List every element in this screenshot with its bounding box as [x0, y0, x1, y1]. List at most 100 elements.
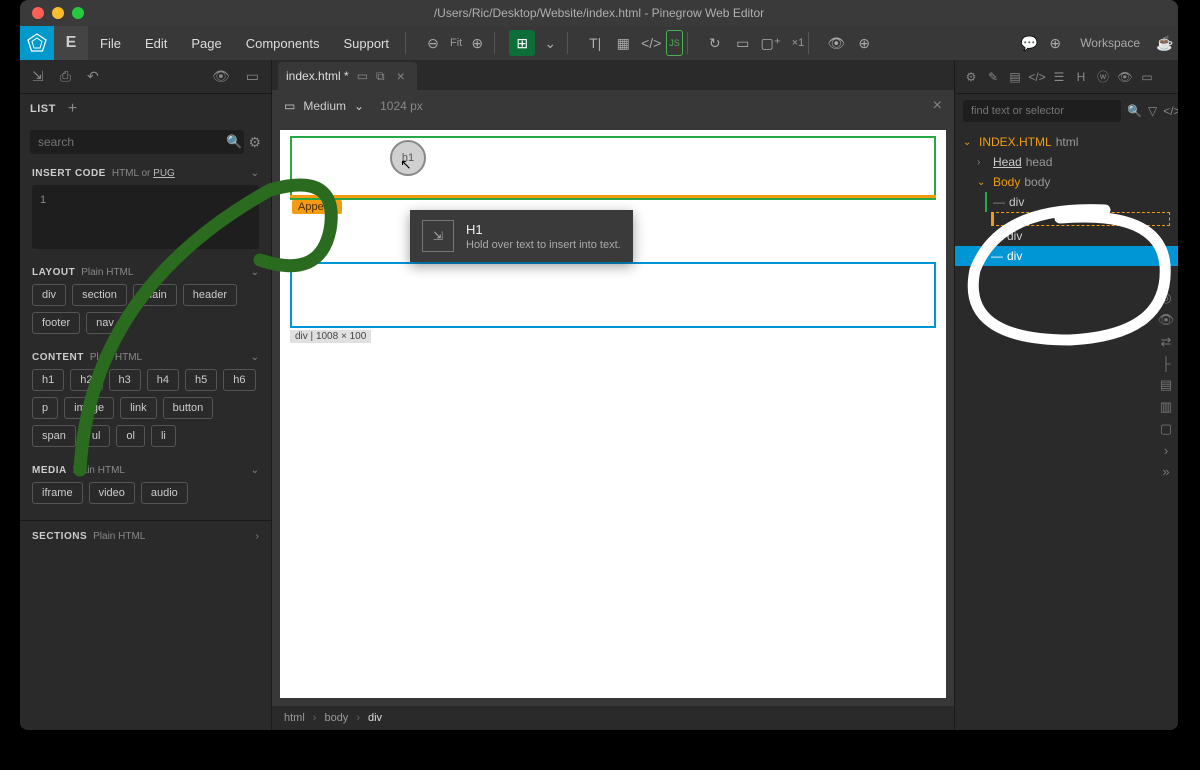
- multiplier-label[interactable]: ×1: [792, 37, 805, 49]
- chip-div[interactable]: div: [32, 284, 66, 306]
- filter-settings-icon[interactable]: ⚙: [248, 134, 261, 151]
- search-input[interactable]: [30, 130, 244, 154]
- trash-icon[interactable]: 🗑: [1155, 249, 1170, 263]
- search-toolbar-button[interactable]: ⊕: [1042, 30, 1068, 56]
- code-view-icon[interactable]: </>: [1163, 101, 1178, 121]
- text-tool-button[interactable]: T|: [582, 30, 608, 56]
- code-icon[interactable]: </>: [1027, 67, 1047, 87]
- h-icon[interactable]: H: [1071, 67, 1091, 87]
- section-insert-code[interactable]: INSERT CODE HTML or PUG ⌄: [20, 160, 271, 185]
- duplicate-icon[interactable]: ⧉: [376, 69, 385, 84]
- chip-main[interactable]: main: [133, 284, 177, 306]
- tree-div-1[interactable]: — div: [985, 192, 1178, 212]
- chip-nav[interactable]: nav: [86, 312, 124, 334]
- menu-support[interactable]: Support: [331, 36, 401, 51]
- zoom-out-button[interactable]: ⊖: [420, 30, 446, 56]
- globe-button[interactable]: ⊕: [851, 30, 877, 56]
- breadcrumb-html[interactable]: html: [284, 712, 305, 724]
- menu-page[interactable]: Page: [179, 36, 233, 51]
- tree-icon[interactable]: ☰: [1049, 67, 1069, 87]
- chip-p[interactable]: p: [32, 397, 58, 419]
- canvas-div-2[interactable]: [290, 262, 936, 328]
- layout-icon[interactable]: ▤: [1156, 377, 1176, 393]
- device-icon[interactable]: ▭: [357, 69, 368, 83]
- chip-footer[interactable]: footer: [32, 312, 80, 334]
- sliders-icon[interactable]: ⚙: [961, 67, 981, 87]
- print-icon[interactable]: ⎙: [56, 64, 75, 89]
- wordpress-icon[interactable]: ⓦ: [1093, 67, 1113, 87]
- chip-section[interactable]: section: [72, 284, 127, 306]
- chip-h2[interactable]: h2: [70, 369, 102, 391]
- undo-icon[interactable]: ↶: [83, 64, 103, 89]
- chip-image[interactable]: image: [64, 397, 114, 419]
- chip-iframe[interactable]: iframe: [32, 482, 83, 504]
- viewport-device-icon[interactable]: ▭: [284, 99, 295, 113]
- move-icon[interactable]: ⇄: [1156, 334, 1176, 350]
- file-tab-index[interactable]: index.html * ▭ ⧉ ×: [278, 62, 417, 90]
- chip-span[interactable]: span: [32, 425, 76, 447]
- breadcrumb-body[interactable]: body: [324, 712, 348, 724]
- menu-file[interactable]: File: [88, 36, 133, 51]
- target-icon[interactable]: ◎: [1156, 290, 1176, 306]
- device-preview-button[interactable]: ▭: [730, 30, 756, 56]
- add-tab-button[interactable]: +: [68, 100, 77, 118]
- mode-e-button[interactable]: E: [54, 26, 88, 60]
- chip-h1[interactable]: h1: [32, 369, 64, 391]
- chip-button[interactable]: button: [163, 397, 214, 419]
- pug-link[interactable]: PUG: [153, 168, 175, 179]
- tree-div-2[interactable]: — div: [955, 226, 1178, 246]
- viewport-size-select[interactable]: Medium: [303, 99, 346, 113]
- section-sections[interactable]: SECTIONS Plain HTML ›: [20, 520, 271, 548]
- tab-list[interactable]: LIST: [30, 103, 56, 115]
- refresh-button[interactable]: ↻: [702, 30, 728, 56]
- tree-search-input[interactable]: [963, 100, 1121, 122]
- close-viewport-button[interactable]: ×: [933, 97, 942, 115]
- brush-icon[interactable]: ✎: [983, 67, 1003, 87]
- expand-icon[interactable]: »: [1156, 464, 1176, 479]
- breadcrumb-div[interactable]: div: [368, 712, 382, 724]
- app-logo-icon[interactable]: [20, 26, 54, 60]
- eye-icon[interactable]: 👁: [208, 64, 234, 89]
- section-layout[interactable]: LAYOUT Plain HTML ⌄: [20, 259, 271, 284]
- zoom-fit-label[interactable]: Fit: [450, 37, 462, 49]
- chip-h4[interactable]: h4: [147, 369, 179, 391]
- chip-link[interactable]: link: [120, 397, 157, 419]
- zoom-in-button[interactable]: ⊕: [464, 30, 490, 56]
- coffee-icon[interactable]: ☕: [1152, 30, 1178, 56]
- workspace-menu[interactable]: Workspace: [1068, 36, 1152, 50]
- chat-icon[interactable]: 💬: [1016, 30, 1042, 56]
- eye-icon[interactable]: 👁: [1115, 67, 1135, 87]
- chip-ol[interactable]: ol: [116, 425, 145, 447]
- close-window-button[interactable]: [32, 7, 44, 19]
- section-content[interactable]: CONTENT Plain HTML ⌄: [20, 344, 271, 369]
- tree-body[interactable]: ⌄ Body body: [955, 172, 1178, 192]
- grid-icon[interactable]: ▤: [1005, 67, 1025, 87]
- close-tab-button[interactable]: ×: [393, 68, 409, 84]
- js-tool-button[interactable]: JS: [666, 30, 683, 56]
- minimize-window-button[interactable]: [52, 7, 64, 19]
- code-input-area[interactable]: 1: [32, 185, 259, 249]
- dropdown-chevron-icon[interactable]: ⌄: [537, 30, 563, 56]
- filter-icon[interactable]: ▽: [1148, 101, 1157, 121]
- chip-header[interactable]: header: [183, 284, 237, 306]
- tree-root[interactable]: ⌄ INDEX.HTML html: [955, 132, 1178, 152]
- layers-icon[interactable]: ▭: [242, 64, 263, 89]
- import-icon[interactable]: ⇲: [28, 64, 48, 89]
- add-page-button[interactable]: ▢⁺: [758, 30, 784, 56]
- align-icon[interactable]: ├: [1156, 356, 1176, 371]
- hide-icon[interactable]: 👁: [1156, 312, 1176, 328]
- grid-tool-button[interactable]: ⊞: [509, 30, 535, 56]
- layout-tool-button[interactable]: ▦: [610, 30, 636, 56]
- panel-icon[interactable]: ▭: [1137, 67, 1157, 87]
- menu-edit[interactable]: Edit: [133, 36, 179, 51]
- tree-head[interactable]: › Head head: [955, 152, 1178, 172]
- columns-icon[interactable]: ▥: [1156, 399, 1176, 415]
- section-media[interactable]: MEDIA Plain HTML ⌄: [20, 457, 271, 482]
- chip-li[interactable]: li: [151, 425, 176, 447]
- chip-ul[interactable]: ul: [82, 425, 111, 447]
- menu-components[interactable]: Components: [234, 36, 332, 51]
- chip-video[interactable]: video: [89, 482, 135, 504]
- search-icon[interactable]: 🔍: [1127, 101, 1142, 121]
- chip-h5[interactable]: h5: [185, 369, 217, 391]
- box-icon[interactable]: ▢: [1156, 421, 1176, 437]
